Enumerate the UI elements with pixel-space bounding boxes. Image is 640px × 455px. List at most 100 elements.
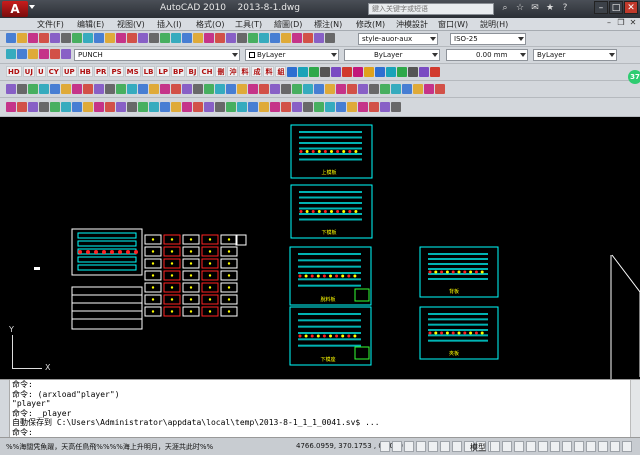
status-toggle-icon[interactable] xyxy=(490,441,500,452)
standard-tool-icon[interactable] xyxy=(270,33,280,43)
drawing-canvas[interactable]: 上模板 下模板 脫料板 下模座 背板 夾板 Y X xyxy=(0,117,640,379)
draw-tool-icon[interactable] xyxy=(314,84,324,94)
standard-tool-icon[interactable] xyxy=(105,33,115,43)
standard-tool-icon[interactable] xyxy=(248,33,258,43)
draw-tool-icon[interactable] xyxy=(160,84,170,94)
menu-dimension[interactable]: 標注(N) xyxy=(314,19,342,30)
modify-tool-icon[interactable] xyxy=(314,102,324,112)
modify-tool-icon[interactable] xyxy=(39,102,49,112)
menu-draw[interactable]: 繪圖(D) xyxy=(274,19,302,30)
standard-tool-icon[interactable] xyxy=(303,33,313,43)
modify-tool-icon[interactable] xyxy=(171,102,181,112)
status-toggle-icon[interactable] xyxy=(380,441,390,452)
standard-tool-icon[interactable] xyxy=(138,33,148,43)
draw-tool-icon[interactable] xyxy=(248,84,258,94)
modify-tool-icon[interactable] xyxy=(237,102,247,112)
layer-tool-icon[interactable] xyxy=(28,49,38,59)
punch-command-button[interactable]: LB xyxy=(141,66,156,77)
status-toggle-icon[interactable] xyxy=(550,441,560,452)
standard-tool-icon[interactable] xyxy=(215,33,225,43)
menu-view[interactable]: 视图(V) xyxy=(117,19,145,30)
punch-command-button[interactable]: PS xyxy=(109,66,124,77)
status-toggle-icon[interactable] xyxy=(502,441,512,452)
draw-tool-icon[interactable] xyxy=(358,84,368,94)
status-toggle-icon[interactable] xyxy=(586,441,596,452)
punch-command-button[interactable]: 沖 xyxy=(227,66,239,77)
standard-tool-icon[interactable] xyxy=(171,33,181,43)
status-toggle-icon[interactable] xyxy=(538,441,548,452)
linetype-combo[interactable]: ByLayer xyxy=(344,49,440,61)
draw-tool-icon[interactable] xyxy=(204,84,214,94)
draw-tool-icon[interactable] xyxy=(402,84,412,94)
punch-tool-icon[interactable] xyxy=(397,67,408,77)
punch-command-button[interactable]: CH xyxy=(199,66,215,77)
menu-tools[interactable]: 工具(T) xyxy=(235,19,262,30)
status-toggle-icon[interactable] xyxy=(562,441,572,452)
punch-command-button[interactable]: 料 xyxy=(263,66,275,77)
draw-tool-icon[interactable] xyxy=(149,84,159,94)
modify-tool-icon[interactable] xyxy=(281,102,291,112)
draw-tool-icon[interactable] xyxy=(303,84,313,94)
draw-tool-icon[interactable] xyxy=(61,84,71,94)
standard-tool-icon[interactable] xyxy=(259,33,269,43)
layer-tool-icon[interactable] xyxy=(6,49,16,59)
draw-tool-icon[interactable] xyxy=(28,84,38,94)
draw-tool-icon[interactable] xyxy=(292,84,302,94)
status-toggle-icon[interactable] xyxy=(452,441,462,452)
punch-tool-icon[interactable] xyxy=(386,67,397,77)
modify-tool-icon[interactable] xyxy=(138,102,148,112)
punch-tool-icon[interactable] xyxy=(298,67,309,77)
standard-tool-icon[interactable] xyxy=(17,33,27,43)
punch-tool-icon[interactable] xyxy=(309,67,320,77)
maximize-button[interactable]: □ xyxy=(609,1,623,14)
close-button[interactable]: ✕ xyxy=(624,1,638,14)
standard-tool-icon[interactable] xyxy=(325,33,335,43)
punch-command-button[interactable]: LP xyxy=(156,66,171,77)
punch-command-button[interactable]: HD xyxy=(6,66,22,77)
layer-combo[interactable]: PUNCH xyxy=(74,49,240,61)
punch-tool-icon[interactable] xyxy=(320,67,331,77)
doc-minimize-button[interactable]: – xyxy=(604,18,614,27)
standard-tool-icon[interactable] xyxy=(292,33,302,43)
app-menu-arrow-icon[interactable] xyxy=(29,5,35,9)
modify-tool-icon[interactable] xyxy=(83,102,93,112)
standard-tool-icon[interactable] xyxy=(116,33,126,43)
menu-help[interactable]: 說明(H) xyxy=(480,19,508,30)
modify-tool-icon[interactable] xyxy=(292,102,302,112)
punch-command-button[interactable]: U xyxy=(35,66,46,77)
draw-tool-icon[interactable] xyxy=(39,84,49,94)
menu-modify[interactable]: 修改(M) xyxy=(356,19,385,30)
punch-command-button[interactable]: 組 xyxy=(275,66,287,77)
draw-tool-icon[interactable] xyxy=(347,84,357,94)
layer-tool-icon[interactable] xyxy=(39,49,49,59)
standard-tool-icon[interactable] xyxy=(226,33,236,43)
punch-command-button[interactable]: UP xyxy=(61,66,77,77)
punch-tool-icon[interactable] xyxy=(342,67,353,77)
menu-format[interactable]: 格式(O) xyxy=(196,19,225,30)
status-toggle-icon[interactable] xyxy=(416,441,426,452)
draw-tool-icon[interactable] xyxy=(380,84,390,94)
modify-tool-icon[interactable] xyxy=(94,102,104,112)
communication-icon[interactable]: ✉ xyxy=(530,3,540,13)
status-toggle-icon[interactable] xyxy=(514,441,524,452)
status-toggle-icon[interactable] xyxy=(610,441,620,452)
punch-command-button[interactable]: CY xyxy=(46,66,61,77)
dim-style-combo[interactable]: ISO-25 xyxy=(450,33,526,45)
draw-tool-icon[interactable] xyxy=(182,84,192,94)
draw-tool-icon[interactable] xyxy=(391,84,401,94)
notification-badge[interactable]: 37 xyxy=(628,70,640,84)
draw-tool-icon[interactable] xyxy=(50,84,60,94)
draw-tool-icon[interactable] xyxy=(270,84,280,94)
modify-tool-icon[interactable] xyxy=(193,102,203,112)
lineweight-combo[interactable]: 0.00 mm xyxy=(446,49,528,61)
punch-command-button[interactable]: UJ xyxy=(22,66,35,77)
autocad-logo-icon[interactable]: A xyxy=(2,1,28,17)
modify-tool-icon[interactable] xyxy=(358,102,368,112)
status-toggle-icon[interactable] xyxy=(392,441,402,452)
modify-tool-icon[interactable] xyxy=(270,102,280,112)
punch-tool-icon[interactable] xyxy=(331,67,342,77)
draw-tool-icon[interactable] xyxy=(6,84,16,94)
layer-tool-icon[interactable] xyxy=(61,49,71,59)
draw-tool-icon[interactable] xyxy=(325,84,335,94)
standard-tool-icon[interactable] xyxy=(61,33,71,43)
